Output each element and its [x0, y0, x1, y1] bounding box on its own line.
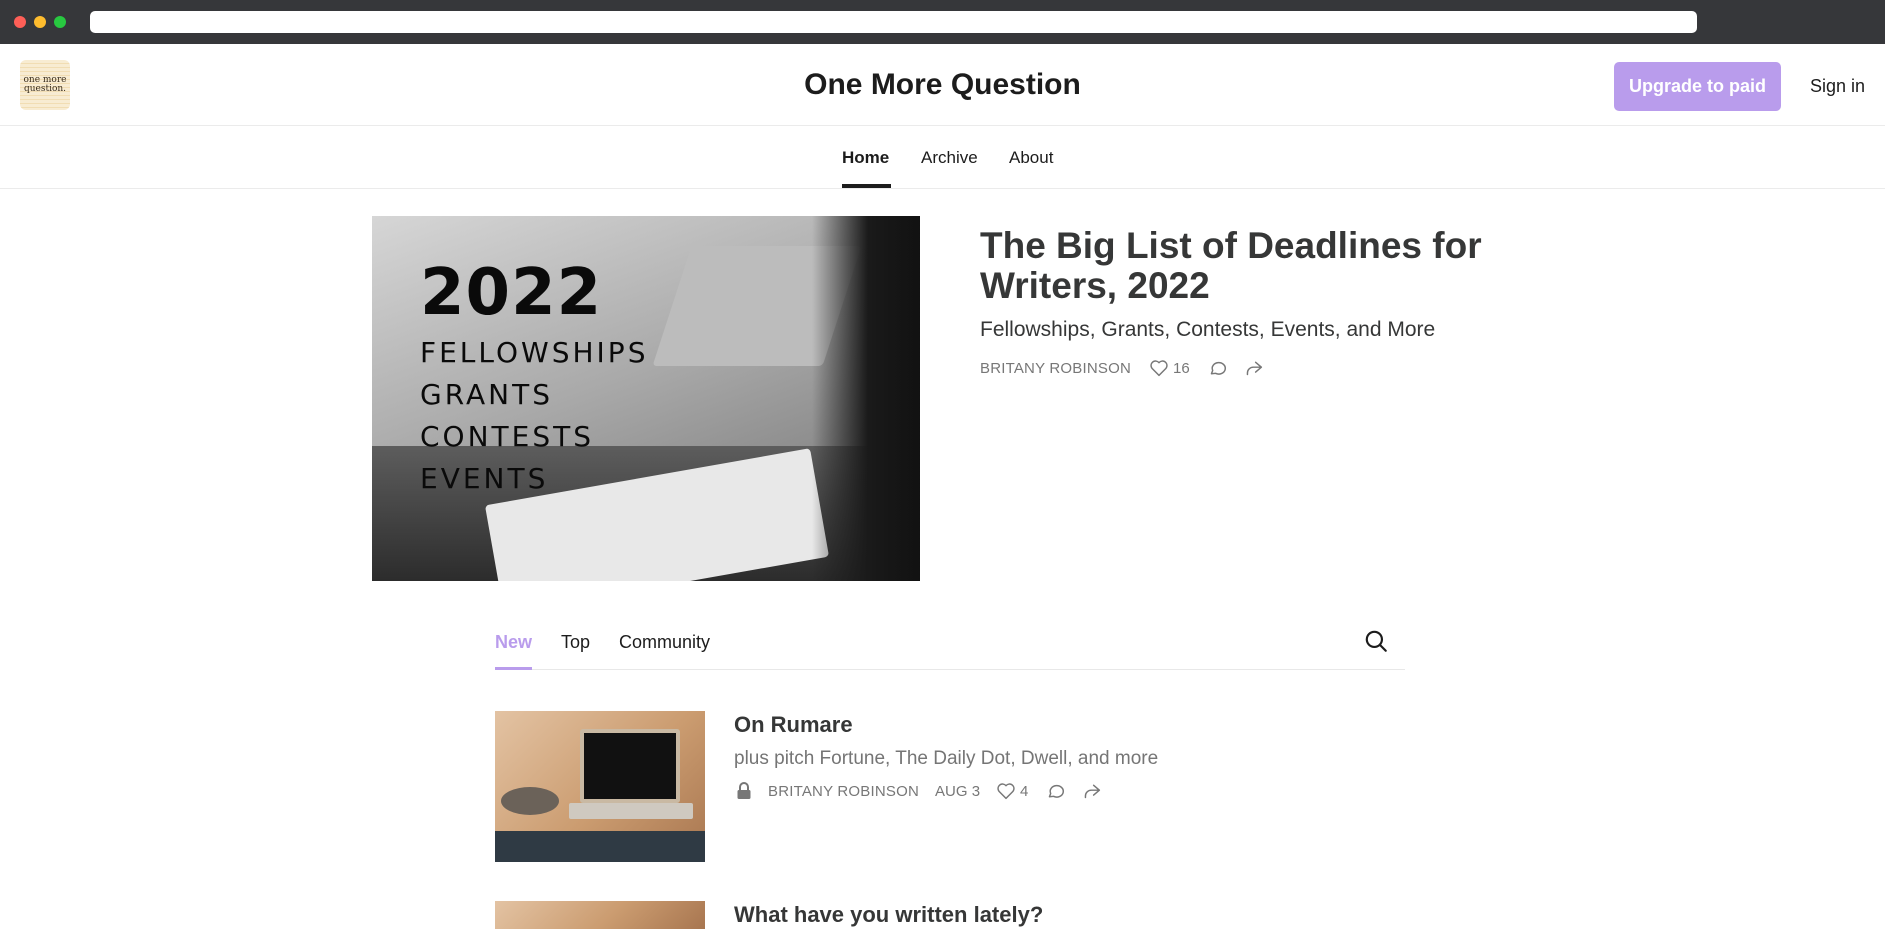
comment-icon: [1210, 361, 1226, 375]
nav-item-home[interactable]: Home: [842, 148, 889, 168]
upgrade-to-paid-button[interactable]: Upgrade to paid: [1614, 62, 1781, 111]
post-thumbnail[interactable]: [495, 901, 705, 929]
like-button[interactable]: 16: [1149, 359, 1190, 377]
window-maximize-button[interactable]: [54, 16, 66, 28]
share-button[interactable]: [1244, 359, 1264, 377]
tab-active-indicator: [495, 667, 532, 670]
post-feed-tabs: New Top Community: [495, 620, 1405, 670]
post-author[interactable]: BRITANY ROBINSON: [768, 783, 919, 800]
comment-button[interactable]: [1208, 359, 1228, 377]
like-count: 16: [1173, 359, 1190, 377]
like-button[interactable]: 4: [996, 782, 1028, 800]
post-date: AUG 3: [935, 782, 981, 800]
featured-post-title[interactable]: The Big List of Deadlines for Writers, 2…: [980, 226, 1500, 306]
publication-title[interactable]: One More Question: [0, 68, 1885, 102]
plate-illustration: [501, 787, 559, 815]
share-button[interactable]: [1082, 782, 1102, 800]
post-title[interactable]: On Rumare: [734, 712, 853, 738]
site-header: one more question. One More Question Upg…: [0, 44, 1885, 126]
post-author[interactable]: BRITANY ROBINSON: [980, 360, 1131, 377]
comment-icon: [1049, 784, 1065, 798]
address-bar[interactable]: [90, 11, 1697, 33]
hair-illustration: [812, 216, 920, 581]
featured-post-subtitle: Fellowships, Grants, Contests, Events, a…: [980, 318, 1436, 341]
nav-item-archive[interactable]: Archive: [921, 148, 978, 168]
laptop-base-illustration: [569, 803, 693, 819]
post-thumbnail[interactable]: [495, 711, 705, 862]
hero-image-word: EVENTS: [420, 462, 549, 495]
sign-in-link[interactable]: Sign in: [1810, 76, 1865, 97]
comment-button[interactable]: [1046, 782, 1066, 800]
tab-community[interactable]: Community: [619, 632, 710, 653]
laptop-screen-illustration: [580, 729, 680, 803]
post-title[interactable]: What have you written lately?: [734, 902, 1043, 928]
share-icon: [1246, 361, 1262, 376]
window-minimize-button[interactable]: [34, 16, 46, 28]
like-count: 4: [1020, 782, 1029, 800]
tab-new[interactable]: New: [495, 632, 532, 653]
heart-icon: [997, 783, 1015, 800]
post-subtitle: plus pitch Fortune, The Daily Dot, Dwell…: [734, 748, 1159, 769]
tab-top[interactable]: Top: [561, 632, 590, 653]
lock-icon: [737, 782, 751, 799]
hero-image-year: 2022: [420, 256, 603, 330]
featured-post-image[interactable]: 2022 FELLOWSHIPS GRANTS CONTESTS EVENTS: [372, 216, 920, 581]
desk-illustration: [495, 831, 705, 862]
heart-icon: [1150, 360, 1168, 377]
share-icon: [1085, 784, 1101, 799]
hero-image-word: CONTESTS: [420, 420, 594, 453]
window-close-button[interactable]: [14, 16, 26, 28]
search-icon[interactable]: [1363, 628, 1389, 654]
nav-item-about[interactable]: About: [1009, 148, 1053, 168]
post-meta: BRITANY ROBINSON AUG 3 4: [736, 782, 1102, 800]
main-nav: Home Archive About: [0, 126, 1885, 189]
browser-chrome: [0, 0, 1885, 44]
nav-active-indicator: [842, 184, 891, 188]
hero-image-word: FELLOWSHIPS: [420, 336, 649, 369]
hero-image-word: GRANTS: [420, 378, 553, 411]
featured-post-meta: BRITANY ROBINSON 16: [980, 359, 1264, 377]
